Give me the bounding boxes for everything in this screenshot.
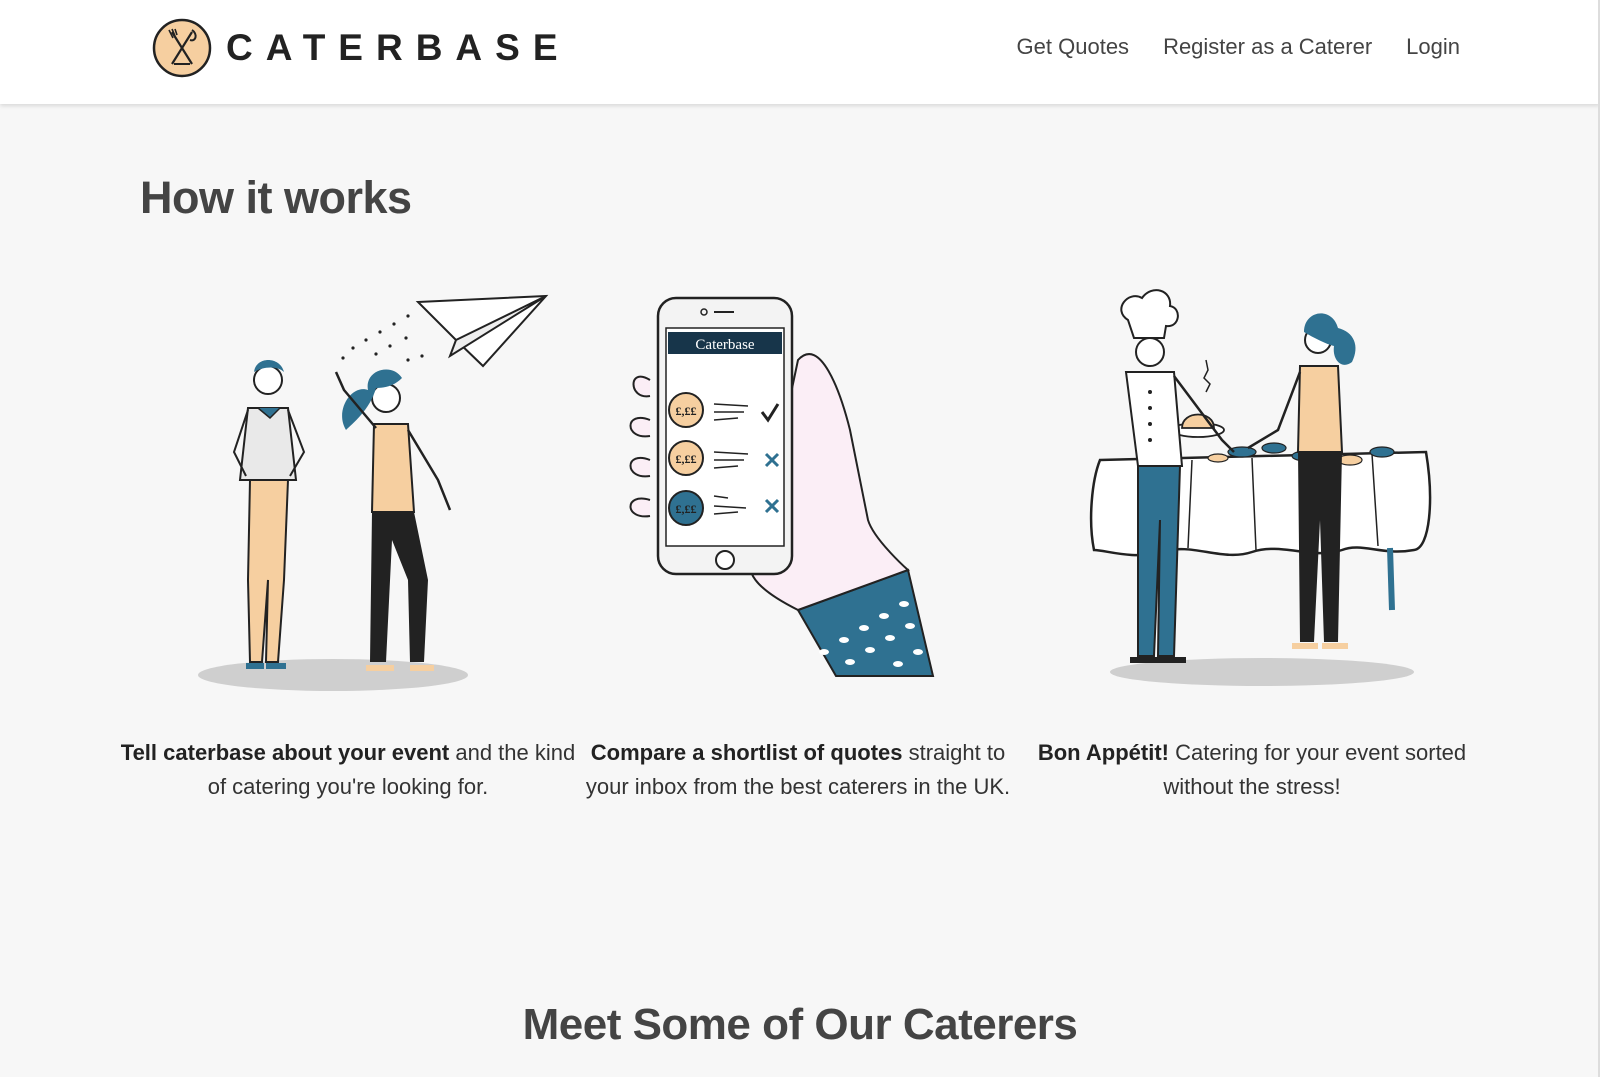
step-description: Bon Appétit! Catering for your event sor… [1037, 740, 1467, 799]
nav-register-caterer[interactable]: Register as a Caterer [1163, 34, 1372, 60]
step-bon-appetit: Bon Appétit! Catering for your event sor… [1022, 280, 1482, 804]
phone-header-text: Caterbase [695, 337, 754, 353]
nav-login[interactable]: Login [1406, 34, 1460, 60]
how-it-works-title: How it works [140, 172, 412, 223]
nav-get-quotes[interactable]: Get Quotes [1017, 34, 1130, 60]
caterers-section-title: Meet Some of Our Caterers [522, 1000, 1078, 1049]
chef-buffet-illustration [1089, 289, 1432, 686]
people-paper-plane-illustration [198, 294, 549, 691]
price-badge-1: £,££ [676, 404, 697, 418]
brand-logo[interactable]: CATERBASE [152, 17, 571, 79]
fork-knife-logo-icon [152, 18, 212, 78]
top-navbar: CATERBASE Get Quotes Register as a Cater… [0, 0, 1600, 104]
price-badge-3: £,££ [676, 502, 697, 516]
brand-name: CATERBASE [226, 27, 571, 68]
phone-quotes-illustration: Caterbase £,££ £,££ £,££ [629, 296, 935, 677]
price-badge-2: £,££ [676, 452, 697, 466]
step-tell-us: Tell caterbase about your event and the … [118, 280, 578, 804]
step-description: Compare a shortlist of quotes straight t… [585, 740, 1011, 799]
step-compare-quotes: Caterbase £,££ £,££ £,££ Compare a short… [568, 280, 1028, 804]
main-nav: Get Quotes Register as a Caterer Login [1017, 34, 1460, 60]
step-description: Tell caterbase about your event and the … [120, 740, 576, 799]
